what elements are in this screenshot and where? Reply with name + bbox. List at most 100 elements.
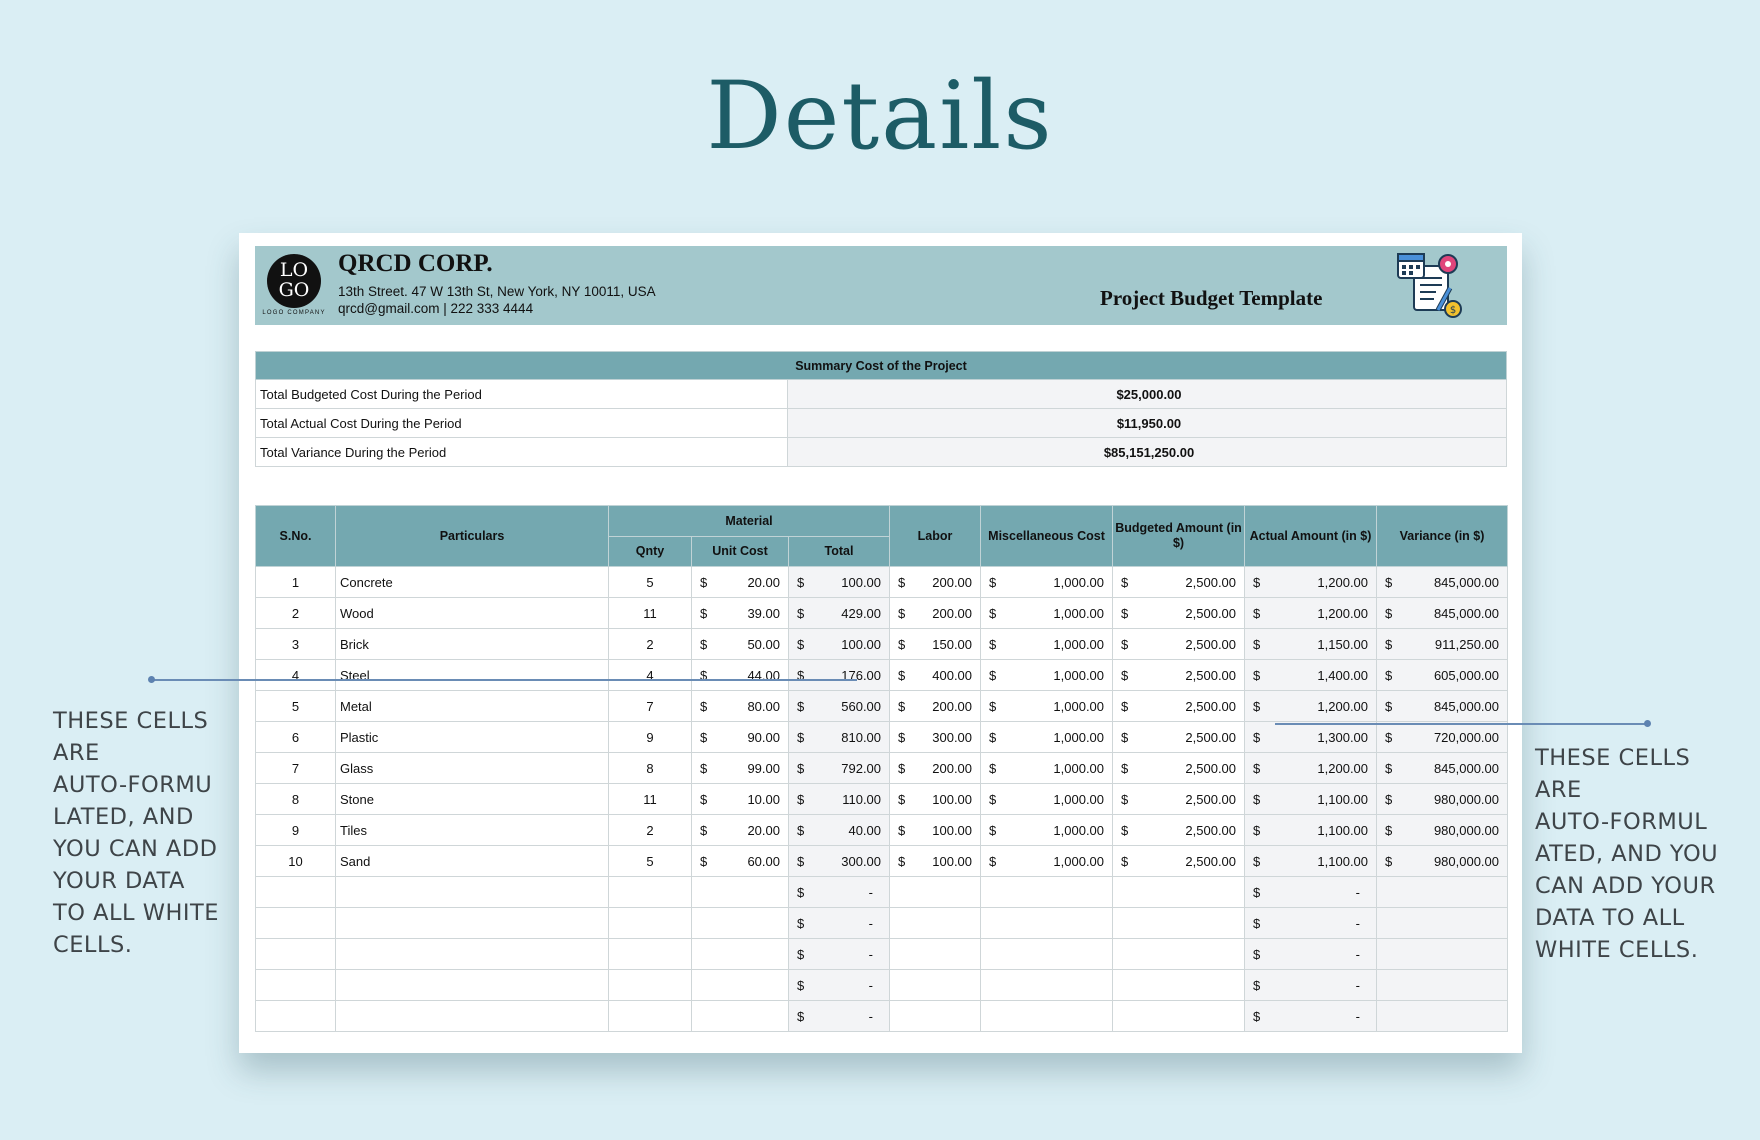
unit-cost-cell[interactable]: $20.00: [691, 814, 789, 846]
qnty-cell[interactable]: 8: [608, 752, 692, 784]
qnty-cell[interactable]: 9: [608, 721, 692, 753]
unit-cost-cell[interactable]: [691, 1000, 789, 1032]
misc-cost-cell[interactable]: [980, 938, 1114, 970]
qnty-cell[interactable]: 4: [608, 659, 692, 691]
labor-cell[interactable]: $150.00: [889, 628, 982, 660]
unit-cost-cell[interactable]: [691, 938, 789, 970]
unit-cost-cell[interactable]: $60.00: [691, 845, 789, 877]
unit-cost-cell[interactable]: $20.00: [691, 566, 789, 598]
sno-cell[interactable]: 8: [255, 783, 336, 815]
particular-cell[interactable]: Wood: [335, 597, 609, 629]
particular-cell[interactable]: Plastic: [335, 721, 609, 753]
unit-cost-cell[interactable]: [691, 876, 789, 908]
qnty-cell[interactable]: [608, 969, 692, 1001]
sno-cell[interactable]: 5: [255, 690, 336, 722]
particular-cell[interactable]: [335, 938, 609, 970]
qnty-cell[interactable]: 11: [608, 783, 692, 815]
labor-cell[interactable]: $200.00: [889, 752, 982, 784]
unit-cost-cell[interactable]: $90.00: [691, 721, 789, 753]
misc-cost-cell[interactable]: $1,000.00: [980, 628, 1114, 660]
particular-cell[interactable]: Brick: [335, 628, 609, 660]
labor-cell[interactable]: $300.00: [889, 721, 982, 753]
unit-cost-cell[interactable]: [691, 969, 789, 1001]
budgeted-cell[interactable]: $2,500.00: [1112, 566, 1246, 598]
particular-cell[interactable]: [335, 1000, 609, 1032]
particular-cell[interactable]: Stone: [335, 783, 609, 815]
sno-cell[interactable]: 1: [255, 566, 336, 598]
labor-cell[interactable]: [889, 1000, 982, 1032]
qnty-cell[interactable]: 11: [608, 597, 692, 629]
labor-cell[interactable]: [889, 938, 982, 970]
sno-cell[interactable]: [255, 876, 336, 908]
misc-cost-cell[interactable]: [980, 907, 1114, 939]
particular-cell[interactable]: [335, 876, 609, 908]
misc-cost-cell[interactable]: [980, 1000, 1114, 1032]
labor-cell[interactable]: [889, 907, 982, 939]
sno-cell[interactable]: 7: [255, 752, 336, 784]
misc-cost-cell[interactable]: [980, 969, 1114, 1001]
misc-cost-cell[interactable]: $1,000.00: [980, 597, 1114, 629]
qnty-cell[interactable]: 2: [608, 814, 692, 846]
budgeted-cell[interactable]: [1112, 1000, 1246, 1032]
labor-cell[interactable]: [889, 876, 982, 908]
sno-cell[interactable]: 6: [255, 721, 336, 753]
qnty-cell[interactable]: 7: [608, 690, 692, 722]
labor-cell[interactable]: $200.00: [889, 566, 982, 598]
budgeted-cell[interactable]: $2,500.00: [1112, 597, 1246, 629]
particular-cell[interactable]: [335, 969, 609, 1001]
budgeted-cell[interactable]: [1112, 876, 1246, 908]
misc-cost-cell[interactable]: $1,000.00: [980, 690, 1114, 722]
unit-cost-cell[interactable]: $44.00: [691, 659, 789, 691]
particular-cell[interactable]: Metal: [335, 690, 609, 722]
budgeted-cell[interactable]: $2,500.00: [1112, 752, 1246, 784]
budgeted-cell[interactable]: $2,500.00: [1112, 628, 1246, 660]
sno-cell[interactable]: 4: [255, 659, 336, 691]
labor-cell[interactable]: [889, 969, 982, 1001]
sno-cell[interactable]: [255, 1000, 336, 1032]
unit-cost-cell[interactable]: $99.00: [691, 752, 789, 784]
misc-cost-cell[interactable]: $1,000.00: [980, 845, 1114, 877]
budgeted-cell[interactable]: $2,500.00: [1112, 659, 1246, 691]
unit-cost-cell[interactable]: $39.00: [691, 597, 789, 629]
qnty-cell[interactable]: 5: [608, 566, 692, 598]
budgeted-cell[interactable]: [1112, 938, 1246, 970]
particular-cell[interactable]: Concrete: [335, 566, 609, 598]
particular-cell[interactable]: Glass: [335, 752, 609, 784]
particular-cell[interactable]: Steel: [335, 659, 609, 691]
qnty-cell[interactable]: [608, 907, 692, 939]
unit-cost-cell[interactable]: [691, 907, 789, 939]
unit-cost-cell[interactable]: $50.00: [691, 628, 789, 660]
sno-cell[interactable]: 10: [255, 845, 336, 877]
budgeted-cell[interactable]: $2,500.00: [1112, 783, 1246, 815]
sno-cell[interactable]: [255, 969, 336, 1001]
labor-cell[interactable]: $100.00: [889, 814, 982, 846]
misc-cost-cell[interactable]: $1,000.00: [980, 721, 1114, 753]
qnty-cell[interactable]: 2: [608, 628, 692, 660]
labor-cell[interactable]: $200.00: [889, 597, 982, 629]
unit-cost-cell[interactable]: $80.00: [691, 690, 789, 722]
sno-cell[interactable]: 2: [255, 597, 336, 629]
labor-cell[interactable]: $100.00: [889, 783, 982, 815]
misc-cost-cell[interactable]: $1,000.00: [980, 783, 1114, 815]
budgeted-cell[interactable]: $2,500.00: [1112, 845, 1246, 877]
particular-cell[interactable]: Tiles: [335, 814, 609, 846]
budgeted-cell[interactable]: $2,500.00: [1112, 690, 1246, 722]
particular-cell[interactable]: Sand: [335, 845, 609, 877]
sno-cell[interactable]: [255, 907, 336, 939]
misc-cost-cell[interactable]: $1,000.00: [980, 566, 1114, 598]
qnty-cell[interactable]: [608, 1000, 692, 1032]
misc-cost-cell[interactable]: $1,000.00: [980, 752, 1114, 784]
budgeted-cell[interactable]: $2,500.00: [1112, 721, 1246, 753]
budgeted-cell[interactable]: [1112, 969, 1246, 1001]
sno-cell[interactable]: 9: [255, 814, 336, 846]
misc-cost-cell[interactable]: [980, 876, 1114, 908]
budgeted-cell[interactable]: $2,500.00: [1112, 814, 1246, 846]
qnty-cell[interactable]: [608, 938, 692, 970]
qnty-cell[interactable]: 5: [608, 845, 692, 877]
labor-cell[interactable]: $100.00: [889, 845, 982, 877]
particular-cell[interactable]: [335, 907, 609, 939]
qnty-cell[interactable]: [608, 876, 692, 908]
labor-cell[interactable]: $200.00: [889, 690, 982, 722]
labor-cell[interactable]: $400.00: [889, 659, 982, 691]
budgeted-cell[interactable]: [1112, 907, 1246, 939]
